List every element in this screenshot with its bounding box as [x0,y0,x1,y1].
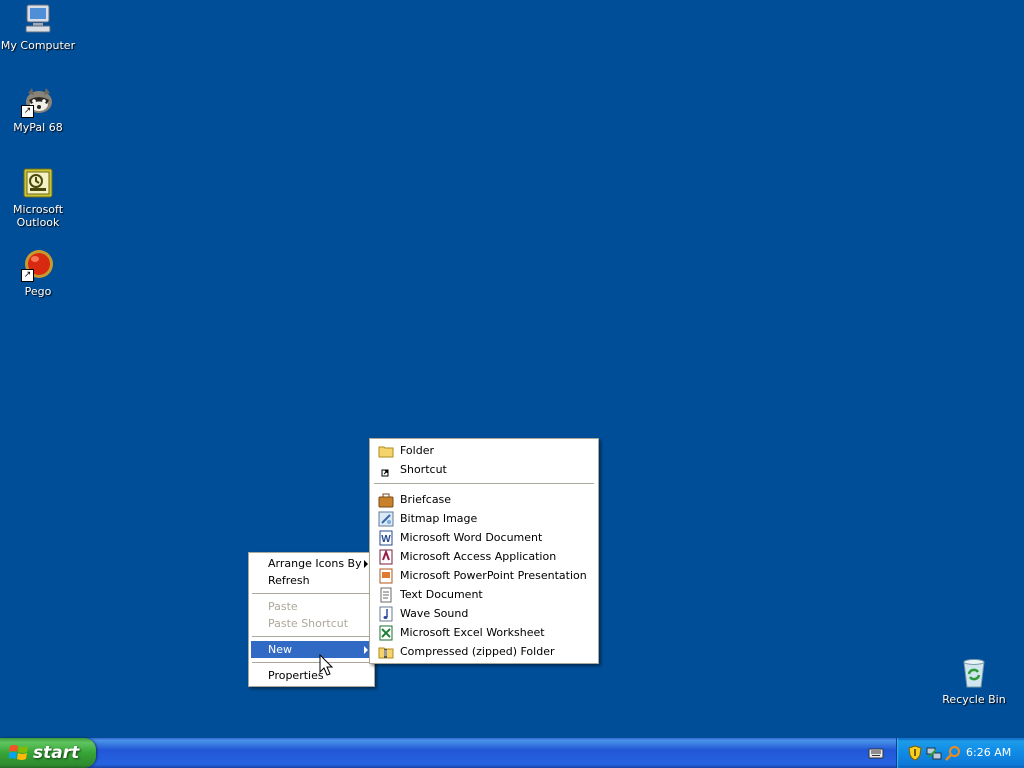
shortcut-arrow-icon: ↗ [21,105,34,118]
new-item-bitmap-image[interactable]: Bitmap Image [372,509,596,528]
desktop-icon-outlook[interactable]: Microsoft Outlook [0,166,76,229]
new-item-powerpoint-presentation[interactable]: Microsoft PowerPoint Presentation [372,566,596,585]
submenu-arrow-icon [364,560,368,568]
svg-text:W: W [381,534,391,545]
folder-icon [378,443,394,459]
new-item-text-document[interactable]: Text Document [372,585,596,604]
menu-item-label: Paste Shortcut [268,617,349,630]
menu-item-paste-shortcut: Paste Shortcut [251,615,372,632]
desktop-icon-recycle-bin[interactable]: Recycle Bin [936,656,1012,706]
menu-item-label: Compressed (zipped) Folder [400,645,555,658]
menu-item-new[interactable]: New [251,641,372,658]
menu-item-label: Paste [268,600,298,613]
new-item-access-application[interactable]: Microsoft Access Application [372,547,596,566]
menu-item-label: Briefcase [400,493,452,506]
excel-icon [378,625,394,641]
submenu-arrow-icon [364,646,368,654]
menu-item-label: Properties [268,669,324,682]
menu-item-label: Microsoft Excel Worksheet [400,626,545,639]
menu-item-label: Wave Sound [400,607,469,620]
search-icon[interactable] [945,745,961,761]
desktop-icon-pego[interactable]: ↗ Pego [0,248,76,298]
new-submenu: Folder Shortcut Briefcase Bitmap Image W [369,438,599,664]
new-item-wave-sound[interactable]: Wave Sound [372,604,596,623]
zip-folder-icon [378,644,394,660]
shortcut-arrow-icon: ↗ [21,269,34,282]
start-label: start [33,743,80,763]
windows-flag-icon [9,745,28,760]
desktop-icon-my-computer[interactable]: My Computer [0,2,76,52]
menu-item-arrange-icons-by[interactable]: Arrange Icons By [251,555,372,572]
menu-separator [252,662,371,663]
menu-item-label: New [268,643,292,656]
menu-separator [374,483,594,484]
desktop-icon-label: Microsoft Outlook [12,203,64,229]
new-item-shortcut[interactable]: Shortcut [372,460,596,479]
desktop-context-menu: Arrange Icons By Refresh Paste Paste Sho… [248,552,375,687]
menu-item-label: Refresh [268,574,310,587]
recycle-bin-icon [957,656,991,690]
shortcut-icon [378,462,394,478]
wave-sound-icon [378,606,394,622]
menu-item-label: Bitmap Image [400,512,478,525]
new-item-folder[interactable]: Folder [372,441,596,460]
menu-item-label: Folder [400,444,434,457]
desktop-icon-label: Pego [24,285,52,298]
mouse-cursor-icon [319,654,334,676]
text-document-icon [378,587,394,603]
desktop-icon-label: My Computer [0,39,76,52]
bitmap-icon [378,511,394,527]
menu-item-label: Arrange Icons By [268,557,362,570]
menu-separator [252,593,371,594]
security-shield-icon[interactable] [907,745,923,761]
menu-item-properties[interactable]: Properties [251,667,372,684]
word-icon: W [378,530,394,546]
desktop-icon-label: MyPal 68 [13,121,63,134]
menu-item-label: Text Document [400,588,483,601]
menu-item-label: Shortcut [400,463,447,476]
new-item-word-document[interactable]: W Microsoft Word Document [372,528,596,547]
menu-item-label: Microsoft Word Document [400,531,543,544]
new-item-excel-worksheet[interactable]: Microsoft Excel Worksheet [372,623,596,642]
access-icon [378,549,394,565]
outlook-icon [21,166,55,200]
powerpoint-icon [378,568,394,584]
network-icon[interactable] [926,745,942,761]
desktop-icon-label: Recycle Bin [942,693,1006,706]
desktop-icon-mypal[interactable]: ↗ MyPal 68 [0,84,76,134]
menu-item-label: Microsoft PowerPoint Presentation [400,569,587,582]
menu-item-refresh[interactable]: Refresh [251,572,372,589]
pego-icon: ↗ [21,248,55,282]
raccoon-icon: ↗ [21,84,55,118]
taskbar: start 6:26 AM [0,738,1024,768]
start-button[interactable]: start [0,738,96,768]
briefcase-icon [378,492,394,508]
keyboard-icon[interactable] [868,746,884,760]
new-item-compressed-folder[interactable]: Compressed (zipped) Folder [372,642,596,661]
menu-item-paste: Paste [251,598,372,615]
clock[interactable]: 6:26 AM [966,738,1011,768]
menu-separator [252,636,371,637]
new-item-briefcase[interactable]: Briefcase [372,490,596,509]
desktop[interactable]: My Computer ↗ MyPal 68 Microsoft Outlook… [0,0,1024,738]
computer-icon [21,2,55,36]
menu-item-label: Microsoft Access Application [400,550,557,563]
